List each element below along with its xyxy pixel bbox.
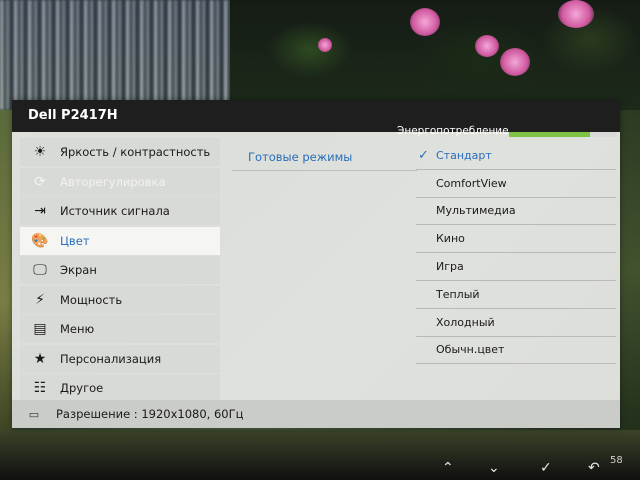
up-icon[interactable]: ⌃ xyxy=(442,460,454,476)
menu-item-brightness[interactable]: ☀ Яркость / контрастность xyxy=(20,138,220,166)
menu-item-auto-adjust[interactable]: ⟳ Авторегулировка xyxy=(20,167,220,196)
menu-item-label: Яркость / контрастность xyxy=(60,145,211,159)
menu-item-label: Другое xyxy=(60,381,104,395)
hdmi-icon: ▭ xyxy=(28,407,40,421)
preset-game[interactable]: Игра xyxy=(416,253,616,281)
color-icon: 🎨 xyxy=(31,232,49,249)
menu-item-input-source[interactable]: ⇥ Источник сигнала xyxy=(20,197,220,225)
preset-cool[interactable]: Холодный xyxy=(416,309,616,337)
preset-label: Теплый xyxy=(436,287,480,301)
star-icon: ★ xyxy=(33,350,47,367)
background-right xyxy=(620,110,640,430)
preset-label: Холодный xyxy=(436,315,495,329)
preset-modes-title[interactable]: Готовые режимы xyxy=(248,150,352,164)
other-icon: ☷ xyxy=(33,380,47,396)
menu-item-menu[interactable]: ▤ Меню xyxy=(20,315,220,343)
menu-item-label: Персонализация xyxy=(60,351,162,366)
energy-label: Энергопотребление xyxy=(397,125,509,137)
flower xyxy=(558,0,594,28)
waterfall-shade xyxy=(0,0,240,110)
input-source-icon: ⇥ xyxy=(34,203,46,219)
background-left xyxy=(0,110,12,430)
check-icon: ✓ xyxy=(418,147,429,163)
preset-warm[interactable]: Теплый xyxy=(416,281,616,309)
menu-item-label: Цвет xyxy=(60,233,90,248)
energy-bar xyxy=(509,132,617,137)
menu-item-label: Экран xyxy=(60,263,97,277)
preset-label: Стандарт xyxy=(436,148,492,162)
energy-bar-fill xyxy=(509,132,590,137)
preset-label: ComfortView xyxy=(436,176,507,190)
display-icon: 🖵 xyxy=(33,262,47,278)
bezel-buttons: ⌃ ⌄ ✓ ↶ 58 xyxy=(440,455,640,480)
power-icon: ⚡ xyxy=(35,291,45,308)
down-icon[interactable]: ⌄ xyxy=(488,460,500,476)
menu-item-display[interactable]: 🖵 Экран xyxy=(20,256,220,284)
preset-label: Обычн.цвет xyxy=(436,343,505,357)
menu-item-label: Меню xyxy=(60,322,95,336)
menu-item-label: Авторегулировка xyxy=(60,174,166,189)
preset-custom-color[interactable]: Обычн.цвет xyxy=(416,337,616,365)
preset-multimedia[interactable]: Мультимедиа xyxy=(416,198,616,226)
preset-list: ✓ Стандарт ComfortView Мультимедиа Кино … xyxy=(416,142,616,365)
back-icon[interactable]: ↶ xyxy=(588,460,600,476)
model-name: Dell P2417H xyxy=(28,108,118,123)
menu-item-color[interactable]: 🎨 Цвет xyxy=(20,226,220,255)
resolution-text: Разрешение : 1920x1080, 60Гц xyxy=(56,407,244,421)
auto-adjust-icon: ⟳ xyxy=(34,173,46,190)
menu-item-personalize[interactable]: ★ Персонализация xyxy=(20,344,220,373)
menu-icon: ▤ xyxy=(33,321,47,337)
preset-movie[interactable]: Кино xyxy=(416,225,616,254)
preset-label: Игра xyxy=(436,260,464,274)
divider xyxy=(232,170,417,171)
osd-header: Dell P2417H xyxy=(12,100,620,132)
status-bar: ▭ Разрешение : 1920x1080, 60Гц xyxy=(12,400,620,428)
osd-panel: Dell P2417H Энергопотребление ☀ Яркость … xyxy=(12,100,620,428)
preset-label: Кино xyxy=(436,232,465,246)
menu-item-other[interactable]: ☷ Другое xyxy=(20,374,220,402)
menu-item-label: Мощность xyxy=(60,292,123,307)
main-menu: ☀ Яркость / контрастность ⟳ Авторегулиро… xyxy=(20,138,220,404)
preset-standard[interactable]: ✓ Стандарт xyxy=(416,142,616,170)
menu-item-power[interactable]: ⚡ Мощность xyxy=(20,285,220,314)
flower xyxy=(500,48,530,76)
bezel-number: 58 xyxy=(610,455,623,466)
preset-comfortview[interactable]: ComfortView xyxy=(416,170,616,198)
flower xyxy=(318,38,332,52)
brightness-icon: ☀ xyxy=(33,144,47,160)
menu-item-label: Источник сигнала xyxy=(60,204,170,218)
preset-label: Мультимедиа xyxy=(436,204,516,218)
check-icon[interactable]: ✓ xyxy=(540,460,552,476)
flower xyxy=(410,8,440,36)
flower xyxy=(475,35,499,57)
